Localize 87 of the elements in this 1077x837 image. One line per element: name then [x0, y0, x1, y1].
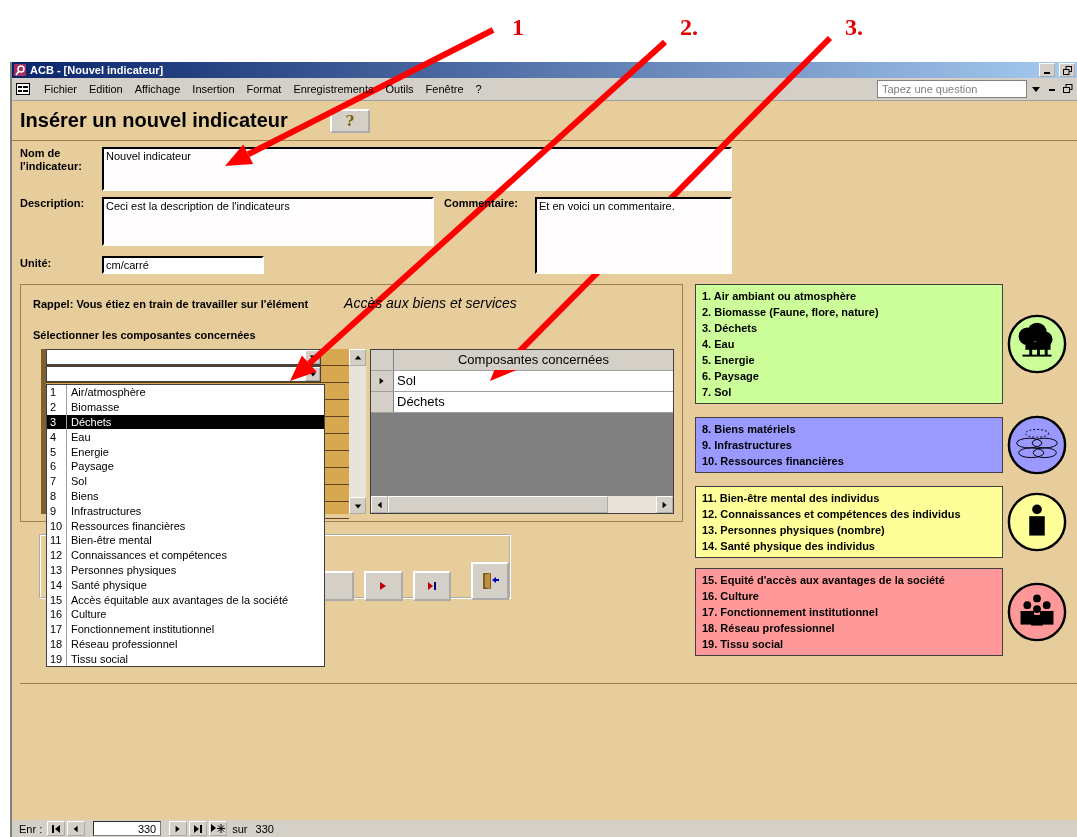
- record-selector[interactable]: [371, 392, 394, 412]
- restore-button[interactable]: [1059, 63, 1075, 77]
- last-icon: [193, 824, 203, 833]
- new-record-icon: [211, 824, 226, 833]
- coins-icon: [1006, 414, 1068, 476]
- category-item: 11. Bien-être mental des individus: [702, 491, 881, 506]
- combo-field[interactable]: [46, 349, 321, 365]
- record-of-label: sur: [231, 822, 249, 835]
- form-title: Insérer un nouvel indicateur: [20, 109, 288, 132]
- form-icon[interactable]: [16, 83, 30, 95]
- menu-item[interactable]: Enregistrements: [287, 83, 380, 95]
- category-item: 12. Connaissances et compétences des individus: [702, 507, 962, 522]
- category-item: 18. Réseau professionnel: [702, 621, 836, 636]
- annotation-label: 1: [512, 14, 524, 41]
- field-label: Description:: [20, 197, 85, 210]
- combo-field[interactable]: [46, 366, 321, 382]
- description-field[interactable]: Ceci est la description de l'indicateurs: [102, 197, 434, 246]
- previous-record-button[interactable]: [67, 821, 86, 836]
- annotation-label: 2.: [680, 14, 698, 41]
- name-field[interactable]: Nouvel indicateur: [102, 147, 732, 191]
- key-icon: [14, 64, 26, 76]
- menu-item[interactable]: Fenêtre: [419, 83, 470, 95]
- category-item: 4. Eau: [702, 337, 736, 352]
- record-label: Enr :: [18, 822, 44, 835]
- menu-item[interactable]: Fichier: [38, 83, 83, 95]
- dropdown-icon[interactable]: [1031, 84, 1041, 94]
- unit-field[interactable]: cm/carré: [102, 255, 264, 274]
- window-title: ACB - [Nouvel indicateur]: [30, 64, 164, 76]
- trees-icon: [1006, 313, 1068, 375]
- category-item: 13. Personnes physiques (nombre): [702, 523, 886, 538]
- category-item: 17. Fonctionnement institutionnel: [702, 605, 879, 620]
- exit-button[interactable]: [470, 562, 509, 600]
- category-item: 7. Sol: [702, 385, 733, 400]
- annotation-label: 3.: [845, 14, 863, 41]
- column-header[interactable]: Composantes concernées: [394, 350, 673, 370]
- category-item: 14. Santé physique des individus: [702, 539, 876, 554]
- first-record-button[interactable]: [47, 821, 66, 836]
- question-field[interactable]: Tapez une question: [877, 80, 1027, 98]
- category-item: 1. Air ambiant ou atmosphère: [702, 289, 858, 304]
- last-button[interactable]: [412, 571, 451, 601]
- current-record-icon: [378, 377, 386, 385]
- category-item: 6. Paysage: [702, 369, 760, 384]
- category-item: 5. Energie: [702, 353, 756, 368]
- scroll-left-icon: [375, 500, 384, 509]
- category-item: 8. Biens matériels: [702, 422, 797, 437]
- category-item: 15. Equité d'accès aux avantages de la société: [702, 573, 946, 588]
- menu-item[interactable]: Affichage: [128, 83, 187, 95]
- menu-item[interactable]: Edition: [83, 83, 129, 95]
- restore-icon: [1062, 65, 1072, 75]
- table-cell: Déchets: [394, 392, 673, 412]
- category-item: 3. Déchets: [702, 321, 759, 336]
- scroll-right-icon: [660, 500, 669, 509]
- category-item: 2. Biomasse (Faune, flore, nature): [702, 305, 880, 320]
- next-icon: [379, 581, 388, 591]
- last-record-button[interactable]: [189, 821, 208, 836]
- new-record-button[interactable]: [209, 821, 228, 836]
- category-item: 9. Infrastructures: [702, 438, 793, 453]
- comment-field[interactable]: Et en voici un commentaire.: [535, 197, 732, 274]
- selection-label: Sélectionner les composantes concernées: [33, 329, 257, 341]
- menu-item[interactable]: ?: [469, 83, 488, 95]
- next-record-button[interactable]: [169, 821, 188, 836]
- menu-item[interactable]: Outils: [379, 83, 420, 95]
- category-item: 16. Culture: [702, 589, 760, 604]
- field-label: Unité:: [20, 256, 52, 270]
- next-button[interactable]: [364, 571, 403, 601]
- menu-item[interactable]: Insertion: [186, 83, 241, 95]
- field-label: Nom de l'indicateur:: [20, 147, 83, 173]
- vertical-scrollbar[interactable]: [349, 349, 366, 514]
- person-icon: [1006, 491, 1068, 553]
- previous-icon: [72, 824, 81, 833]
- first-icon: [51, 824, 61, 833]
- help-button[interactable]: ?: [329, 108, 370, 133]
- scroll-down-icon: [353, 501, 362, 510]
- record-number-field[interactable]: 330: [93, 821, 162, 836]
- table-cell: Sol: [394, 371, 673, 391]
- menu-item[interactable]: Format: [240, 83, 288, 95]
- people-icon: [1006, 581, 1068, 643]
- record-total: 330: [254, 822, 275, 835]
- scroll-up-icon: [353, 353, 362, 362]
- reminder-text: Rappel: Vous étiez en train de travailler sur l'élément: [33, 298, 309, 310]
- horizontal-scrollbar[interactable]: [371, 496, 673, 513]
- category-item: 10. Ressources financières: [702, 454, 845, 469]
- restore-icon[interactable]: [1063, 84, 1073, 94]
- category-item: 19. Tissu social: [702, 637, 785, 652]
- last-icon: [426, 581, 437, 591]
- minimize-button[interactable]: [1039, 63, 1055, 77]
- record-selector[interactable]: [371, 371, 394, 391]
